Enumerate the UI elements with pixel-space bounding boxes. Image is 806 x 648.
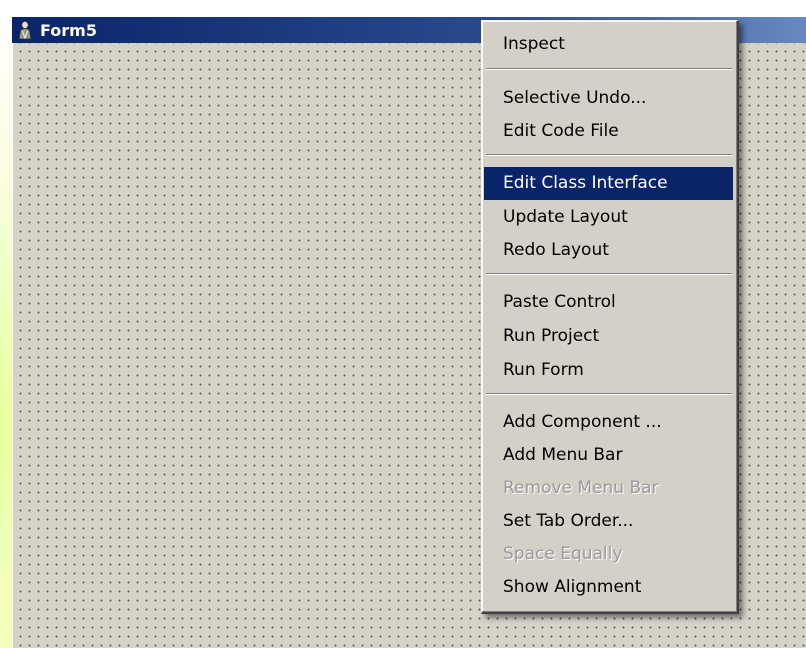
menu-separator — [486, 154, 732, 156]
menu-item-paste-control[interactable]: Paste Control — [484, 286, 733, 319]
menu-item-remove-menu-bar: Remove Menu Bar — [503, 478, 659, 498]
menu-item-add-menu-bar[interactable]: Add Menu Bar — [484, 439, 733, 472]
menu-item-inspect[interactable]: Inspect — [484, 28, 733, 61]
menu-item-run-project[interactable]: Run Project — [484, 320, 733, 353]
menu-item-update-layout[interactable]: Update Layout — [484, 201, 733, 234]
menu-item-space-equally: Space Equally — [503, 544, 623, 564]
menu-separator — [486, 68, 732, 70]
menu-item-edit-class-interface[interactable]: Edit Class Interface — [484, 167, 733, 200]
menu-separator — [486, 393, 732, 395]
context-menu: Inspect Selective Undo... Edit Code File… — [481, 20, 739, 614]
menu-item-redo-layout[interactable]: Redo Layout — [484, 234, 733, 267]
menu-item-run-form[interactable]: Run Form — [484, 354, 733, 387]
menu-item-edit-code-file[interactable]: Edit Code File — [484, 115, 733, 148]
menu-item-add-component[interactable]: Add Component ... — [484, 406, 733, 439]
app-figure-icon — [16, 20, 34, 40]
form-title: Form5 — [40, 20, 97, 40]
menu-item-show-alignment[interactable]: Show Alignment — [484, 571, 733, 604]
menu-item-selective-undo[interactable]: Selective Undo... — [484, 82, 733, 115]
menu-item-set-tab-order[interactable]: Set Tab Order... — [484, 505, 733, 538]
menu-separator — [486, 273, 732, 275]
